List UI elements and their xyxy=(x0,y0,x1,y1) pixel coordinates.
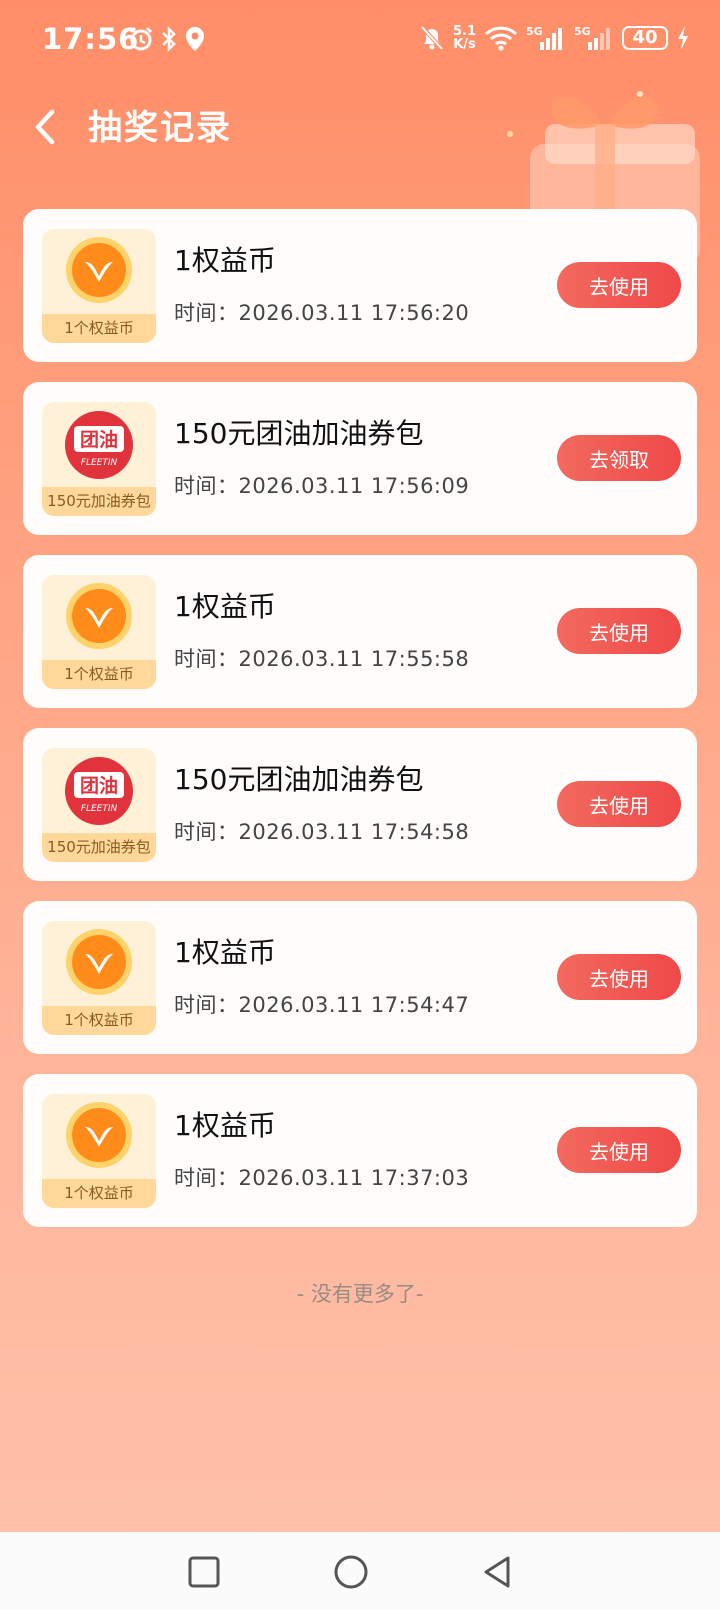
back-nav-button[interactable] xyxy=(478,1552,518,1592)
status-left-icons xyxy=(128,26,206,52)
coin-icon xyxy=(66,1102,132,1168)
use-button[interactable]: 去使用 xyxy=(557,781,681,827)
speed-unit: K/s xyxy=(453,37,476,52)
fleetin-logo-icon: 团油 FLEETIN xyxy=(65,757,133,825)
status-right-icons: 5.1 K/s 5G 5G 40 xyxy=(419,24,690,52)
svg-text:5G: 5G xyxy=(526,25,543,38)
use-button[interactable]: 去使用 xyxy=(557,608,681,654)
use-button[interactable]: 去使用 xyxy=(557,954,681,1000)
fleetin-logo-icon: 团油 FLEETIN xyxy=(65,411,133,479)
thumb-caption: 150元加油券包 xyxy=(42,487,156,516)
record-time: 时间：2026.03.11 17:54:58 xyxy=(174,820,470,844)
record-card: 1个权益币 1权益币 时间：2026.03.11 17:37:03 去使用 xyxy=(23,1074,697,1227)
prize-thumbnail: 1个权益币 xyxy=(42,229,156,343)
prize-thumbnail: 团油 FLEETIN 150元加油券包 xyxy=(42,402,156,516)
network-speed: 5.1 K/s xyxy=(453,25,476,51)
coin-icon xyxy=(66,237,132,303)
claim-button[interactable]: 去领取 xyxy=(557,435,681,481)
prize-thumbnail: 1个权益币 xyxy=(42,575,156,689)
thumb-caption: 1个权益币 xyxy=(42,660,156,689)
record-card: 1个权益币 1权益币 时间：2026.03.11 17:56:20 去使用 xyxy=(23,209,697,362)
page-title: 抽奖记录 xyxy=(88,108,232,148)
fleetin-logo-en: FLEETIN xyxy=(81,458,118,468)
record-title: 150元团油加油券包 xyxy=(174,763,424,796)
alarm-icon xyxy=(129,26,153,51)
coin-icon xyxy=(66,929,132,995)
prize-thumbnail: 团油 FLEETIN 150元加油券包 xyxy=(42,748,156,862)
record-time: 时间：2026.03.11 17:56:20 xyxy=(174,301,470,325)
charging-icon xyxy=(678,26,688,50)
thumb-caption: 1个权益币 xyxy=(42,314,156,343)
record-title: 1权益币 xyxy=(174,1109,276,1142)
back-button[interactable] xyxy=(26,102,66,152)
fleetin-logo-cn: 团油 xyxy=(80,775,118,797)
record-card: 团油 FLEETIN 150元加油券包 150元团油加油券包 时间：2026.03… xyxy=(23,382,697,535)
record-time: 时间：2026.03.11 17:37:03 xyxy=(174,1166,470,1190)
coin-icon xyxy=(66,583,132,649)
record-title: 1权益币 xyxy=(174,590,276,623)
navigation-bar xyxy=(0,1532,720,1610)
record-time: 时间：2026.03.11 17:55:58 xyxy=(174,647,470,671)
fleetin-logo-cn: 团油 xyxy=(80,429,118,451)
record-card: 1个权益币 1权益币 时间：2026.03.11 17:55:58 去使用 xyxy=(23,555,697,708)
record-title: 1权益币 xyxy=(174,936,276,969)
thumb-caption: 1个权益币 xyxy=(42,1179,156,1208)
status-time: 17:56 xyxy=(42,22,140,56)
record-title: 1权益币 xyxy=(174,244,276,277)
prize-thumbnail: 1个权益币 xyxy=(42,921,156,1035)
thumb-caption: 1个权益币 xyxy=(42,1006,156,1035)
wifi-icon xyxy=(484,26,518,51)
location-icon xyxy=(186,27,204,51)
record-time: 时间：2026.03.11 17:56:09 xyxy=(174,474,470,498)
record-card: 团油 FLEETIN 150元加油券包 150元团油加油券包 时间：2026.03… xyxy=(23,728,697,881)
prize-thumbnail: 1个权益币 xyxy=(42,1094,156,1208)
record-title: 150元团油加油券包 xyxy=(174,417,424,450)
record-card: 1个权益币 1权益币 时间：2026.03.11 17:54:47 去使用 xyxy=(23,901,697,1054)
use-button[interactable]: 去使用 xyxy=(557,1127,681,1173)
header: 抽奖记录 xyxy=(0,84,720,264)
recent-apps-button[interactable] xyxy=(184,1552,224,1592)
no-more-text: - 没有更多了- xyxy=(296,1282,424,1306)
use-button[interactable]: 去使用 xyxy=(557,262,681,308)
fleetin-logo-en: FLEETIN xyxy=(81,804,118,814)
signal-5g-icon-2: 5G xyxy=(574,25,610,50)
record-list: 1个权益币 1权益币 时间：2026.03.11 17:56:20 去使用 团油… xyxy=(23,209,697,1247)
svg-text:5G: 5G xyxy=(574,25,591,38)
bluetooth-icon xyxy=(162,26,176,52)
signal-5g-icon: 5G xyxy=(526,25,562,50)
battery-indicator: 40 xyxy=(622,26,668,50)
status-bar: 17:56 5.1 K/s 5G 5G 40 xyxy=(0,0,720,84)
home-button[interactable] xyxy=(331,1552,371,1592)
thumb-caption: 150元加油券包 xyxy=(42,833,156,862)
record-time: 时间：2026.03.11 17:54:47 xyxy=(174,993,470,1017)
mute-bell-icon xyxy=(420,25,444,51)
